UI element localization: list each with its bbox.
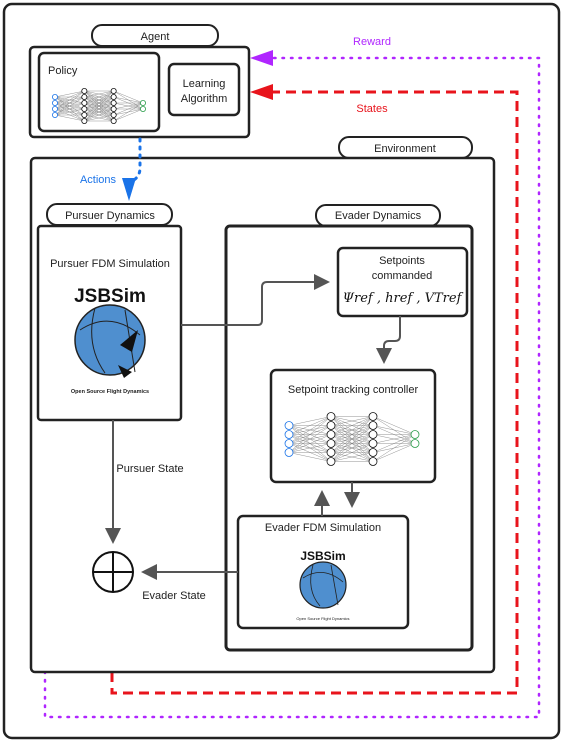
nn-node bbox=[326, 412, 336, 421]
evader-logo-caption: Open Source Flight Dynamics bbox=[296, 616, 349, 621]
nn-node bbox=[410, 439, 420, 448]
reward-label: Reward bbox=[353, 36, 391, 48]
evader-dynamics-label: Evader Dynamics bbox=[335, 210, 422, 222]
nn-node bbox=[81, 88, 88, 95]
nn-node bbox=[326, 448, 336, 457]
nn-node bbox=[81, 106, 88, 113]
pursuer-dynamics-label: Pursuer Dynamics bbox=[65, 210, 155, 222]
rl-pursuit-evasion-diagram: Agent Policy Learning Algorithm Reward S… bbox=[2, 2, 561, 740]
setpoints-formula: Ψref , href , VTref bbox=[343, 291, 464, 306]
nn-node bbox=[326, 439, 336, 448]
nn-node bbox=[368, 421, 378, 430]
nn-node bbox=[110, 112, 117, 119]
nn-node bbox=[139, 106, 146, 113]
nn-node bbox=[110, 118, 117, 125]
nn-node bbox=[368, 457, 378, 466]
nn-node bbox=[110, 94, 117, 101]
nn-node bbox=[368, 412, 378, 421]
nn-node bbox=[110, 106, 117, 113]
nn-node bbox=[52, 106, 59, 113]
nn-node bbox=[52, 100, 59, 107]
states-label: States bbox=[356, 103, 388, 115]
pursuer-logo-text: JSBSim bbox=[74, 286, 146, 307]
nn-node bbox=[410, 430, 420, 439]
policy-label: Policy bbox=[48, 65, 78, 77]
nn-node bbox=[81, 118, 88, 125]
nn-node bbox=[326, 430, 336, 439]
learning-label-2: Algorithm bbox=[181, 93, 227, 105]
pursuer-fdm-label: Pursuer FDM Simulation bbox=[50, 258, 170, 270]
learning-label-1: Learning bbox=[183, 78, 226, 90]
setpoints-label-2: commanded bbox=[372, 270, 433, 282]
nn-node bbox=[110, 88, 117, 95]
nn-node bbox=[284, 430, 294, 439]
nn-node bbox=[326, 457, 336, 466]
nn-node bbox=[284, 421, 294, 430]
nn-node bbox=[110, 100, 117, 107]
pursuer-logo-caption: Open Source Flight Dynamics bbox=[71, 389, 149, 395]
nn-node bbox=[368, 439, 378, 448]
nn-node bbox=[284, 448, 294, 457]
nn-node bbox=[52, 94, 59, 101]
nn-node bbox=[52, 112, 59, 119]
evader-fdm-label: Evader FDM Simulation bbox=[265, 522, 381, 534]
nn-node bbox=[284, 439, 294, 448]
nn-node bbox=[368, 430, 378, 439]
globe-icon bbox=[299, 561, 347, 609]
actions-label: Actions bbox=[80, 174, 117, 186]
agent-label: Agent bbox=[141, 31, 170, 43]
setpoints-label-1: Setpoints bbox=[379, 255, 425, 267]
nn-node bbox=[139, 100, 146, 107]
summing-junction-icon bbox=[92, 551, 134, 593]
environment-label: Environment bbox=[374, 143, 436, 155]
evader-logo-text: JSBSim bbox=[300, 549, 345, 563]
nn-node bbox=[81, 112, 88, 119]
nn-node bbox=[81, 100, 88, 107]
nn-node bbox=[368, 448, 378, 457]
nn-node bbox=[81, 94, 88, 101]
tracking-controller-label: Setpoint tracking controller bbox=[288, 384, 419, 396]
evader-state-label: Evader State bbox=[142, 590, 206, 602]
nn-node bbox=[326, 421, 336, 430]
pursuer-state-label: Pursuer State bbox=[116, 463, 183, 475]
